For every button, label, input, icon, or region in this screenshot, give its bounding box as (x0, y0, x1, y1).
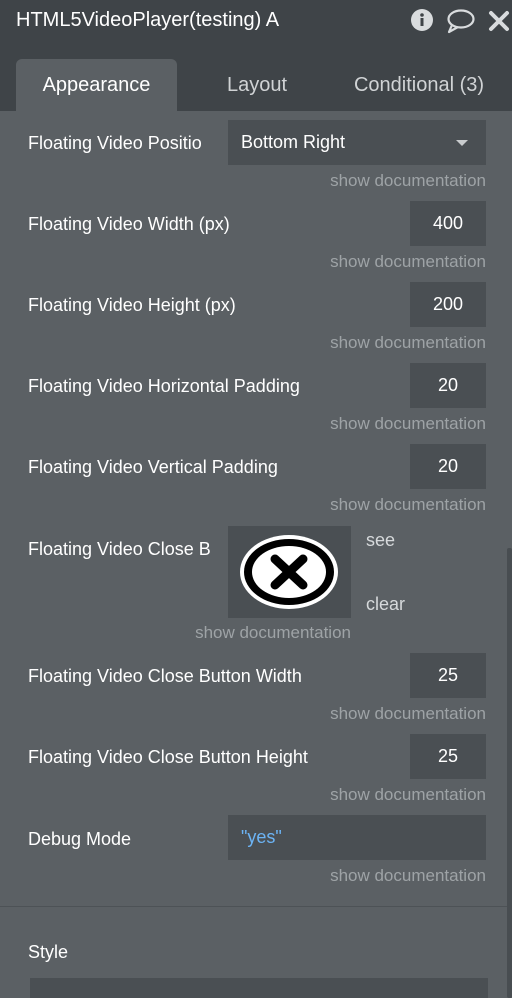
element-title[interactable]: HTML5VideoPlayer(testing) A (16, 7, 279, 33)
close-circle-icon (240, 535, 338, 609)
close-button-width-input[interactable]: 25 (410, 653, 486, 698)
clear-image-link[interactable]: clear (366, 592, 405, 616)
comment-icon[interactable] (446, 8, 476, 39)
field-label: Floating Video Width (px) (28, 214, 230, 234)
field-label: Floating Video Horizontal Padding (28, 376, 300, 396)
see-image-link[interactable]: see (366, 528, 395, 552)
show-documentation-link[interactable]: show documentation (330, 333, 486, 353)
style-section-label: Style (28, 942, 69, 962)
position-dropdown[interactable]: Bottom Right (228, 120, 486, 165)
field-close-button-height: Floating Video Close Button Height 25 sh… (0, 734, 512, 809)
close-button-height-input[interactable]: 25 (410, 734, 486, 779)
field-floating-position: Floating Video Positio Bottom Right show… (0, 120, 512, 195)
field-label: Debug Mode (28, 829, 132, 849)
show-documentation-link[interactable]: show documentation (330, 495, 486, 515)
show-documentation-link[interactable]: show documentation (330, 704, 486, 724)
horizontal-padding-input[interactable]: 20 (410, 363, 486, 408)
info-icon[interactable] (410, 8, 434, 37)
width-input[interactable]: 400 (410, 201, 486, 246)
field-label: Floating Video Close B (28, 539, 211, 559)
field-floating-width: Floating Video Width (px) 400 show docum… (0, 201, 512, 276)
show-documentation-link[interactable]: show documentation (195, 623, 351, 643)
style-dropdown[interactable] (30, 978, 488, 998)
field-debug-mode: Debug Mode "yes" show documentation (0, 815, 512, 890)
field-label: Floating Video Positio (28, 133, 202, 153)
tab-bar: Appearance Layout Conditional (3) (0, 47, 512, 111)
close-button-image-preview[interactable] (228, 526, 351, 618)
field-horizontal-padding: Floating Video Horizontal Padding 20 sho… (0, 363, 512, 438)
dropdown-caret-icon (456, 140, 468, 146)
field-close-button-image: Floating Video Close B see clear show do… (0, 526, 512, 646)
close-icon[interactable] (488, 10, 510, 37)
field-close-button-width: Floating Video Close Button Width 25 sho… (0, 653, 512, 728)
show-documentation-link[interactable]: show documentation (330, 866, 486, 886)
show-documentation-link[interactable]: show documentation (330, 414, 486, 434)
dropdown-value: Bottom Right (241, 132, 346, 152)
field-floating-height: Floating Video Height (px) 200 show docu… (0, 282, 512, 357)
field-label: Floating Video Close Button Width (28, 666, 302, 686)
debug-mode-input[interactable]: "yes" (228, 815, 486, 860)
field-label: Floating Video Close Button Height (28, 747, 308, 767)
scrollbar[interactable] (507, 548, 512, 998)
show-documentation-link[interactable]: show documentation (330, 171, 486, 191)
field-label: Floating Video Vertical Padding (28, 457, 278, 477)
field-label: Floating Video Height (px) (28, 295, 236, 315)
tab-layout[interactable]: Layout (200, 59, 314, 111)
show-documentation-link[interactable]: show documentation (330, 785, 486, 805)
tab-appearance[interactable]: Appearance (16, 59, 177, 111)
field-vertical-padding: Floating Video Vertical Padding 20 show … (0, 444, 512, 519)
section-divider (0, 906, 512, 907)
vertical-padding-input[interactable]: 20 (410, 444, 486, 489)
panel-header: HTML5VideoPlayer(testing) A (0, 0, 512, 47)
height-input[interactable]: 200 (410, 282, 486, 327)
tab-conditional[interactable]: Conditional (3) (340, 59, 498, 111)
show-documentation-link[interactable]: show documentation (330, 252, 486, 272)
